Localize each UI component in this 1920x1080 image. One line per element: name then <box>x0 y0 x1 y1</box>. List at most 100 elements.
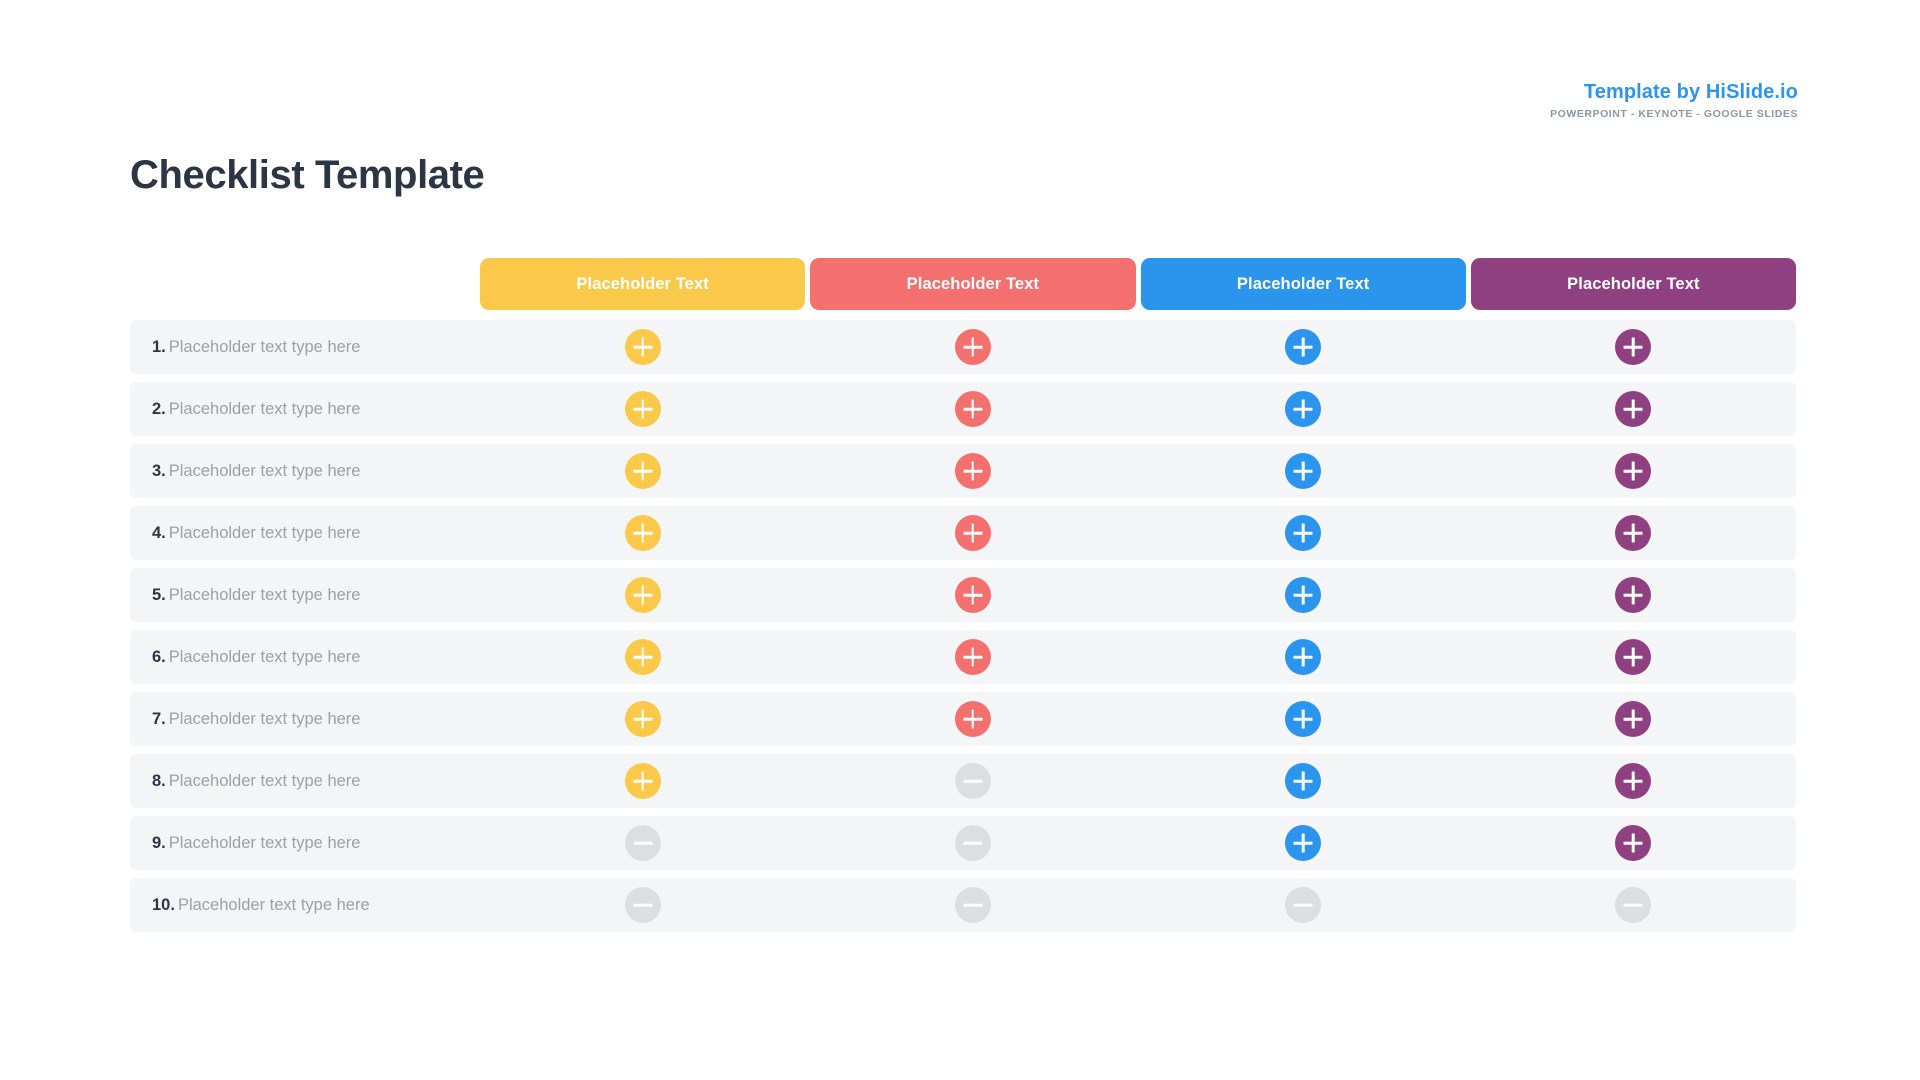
checklist-cell[interactable] <box>480 391 805 427</box>
plus-icon[interactable] <box>1285 391 1322 427</box>
checklist-cell[interactable] <box>480 515 805 551</box>
row-number: 8. <box>152 771 166 790</box>
plus-icon[interactable] <box>1615 763 1652 799</box>
checklist-cell[interactable] <box>1141 887 1466 923</box>
plus-icon[interactable] <box>954 701 991 737</box>
checklist-cell[interactable] <box>1141 515 1466 551</box>
minus-icon[interactable] <box>1285 887 1322 923</box>
plus-icon[interactable] <box>1285 825 1322 861</box>
minus-icon[interactable] <box>624 887 661 923</box>
plus-icon[interactable] <box>954 577 991 613</box>
checklist-cell[interactable] <box>1471 515 1796 551</box>
plus-icon[interactable] <box>954 639 991 675</box>
checklist-cell[interactable] <box>1471 763 1796 799</box>
checklist-cell[interactable] <box>480 825 805 861</box>
minus-icon[interactable] <box>954 763 991 799</box>
checklist-cell[interactable] <box>1141 391 1466 427</box>
plus-icon[interactable] <box>954 453 991 489</box>
checklist-cell[interactable] <box>1141 701 1466 737</box>
checklist-cell[interactable] <box>1141 639 1466 675</box>
checklist-cell[interactable] <box>480 329 805 365</box>
checklist-cell[interactable] <box>1471 639 1796 675</box>
header-pill-label: Placeholder Text <box>576 274 709 293</box>
checklist-cell[interactable] <box>1141 577 1466 613</box>
row-label: 8. Placeholder text type here <box>130 772 480 791</box>
plus-icon[interactable] <box>624 701 661 737</box>
plus-icon[interactable] <box>954 391 991 427</box>
header-pill-label: Placeholder Text <box>1236 274 1370 293</box>
plus-icon[interactable] <box>1285 763 1322 799</box>
checklist-cell[interactable] <box>810 887 1135 923</box>
plus-icon[interactable] <box>624 515 661 551</box>
row-number: 5. <box>152 585 166 604</box>
checklist-cell[interactable] <box>1471 577 1796 613</box>
row-label: 2. Placeholder text type here <box>130 400 480 419</box>
checklist-cell[interactable] <box>480 887 805 923</box>
plus-icon[interactable] <box>624 763 661 799</box>
row-label: 6. Placeholder text type here <box>130 648 480 667</box>
checklist-cell[interactable] <box>810 391 1135 427</box>
table-body: 1. Placeholder text type here 2. Placeholde… <box>130 320 1796 932</box>
table-row: 3. Placeholder text type here <box>130 444 1796 498</box>
row-label-text: Placeholder text type here <box>168 337 361 356</box>
header-pill-4[interactable]: Placeholder Text <box>1470 258 1796 310</box>
table-row: 4. Placeholder text type here <box>130 506 1796 560</box>
header-pill-3[interactable]: Placeholder Text <box>1140 258 1466 310</box>
checklist-cell[interactable] <box>480 639 805 675</box>
header-pill-group: Placeholder Text Placeholder Text Placehol… <box>480 258 1796 310</box>
plus-icon[interactable] <box>954 329 991 365</box>
plus-icon[interactable] <box>1615 453 1652 489</box>
minus-icon[interactable] <box>954 887 991 923</box>
plus-icon[interactable] <box>624 329 661 365</box>
row-cell-group <box>480 391 1796 427</box>
checklist-cell[interactable] <box>1141 453 1466 489</box>
plus-icon[interactable] <box>1615 515 1652 551</box>
row-number: 10. <box>152 895 175 914</box>
checklist-cell[interactable] <box>810 577 1135 613</box>
row-label: 1. Placeholder text type here <box>130 338 480 357</box>
checklist-cell[interactable] <box>1471 701 1796 737</box>
checklist-cell[interactable] <box>1141 825 1466 861</box>
header-pill-1[interactable]: Placeholder Text <box>480 258 806 310</box>
checklist-cell[interactable] <box>480 577 805 613</box>
plus-icon[interactable] <box>624 391 661 427</box>
checklist-cell[interactable] <box>1471 329 1796 365</box>
table-row: 8. Placeholder text type here <box>130 754 1796 808</box>
checklist-cell[interactable] <box>480 701 805 737</box>
checklist-cell[interactable] <box>810 701 1135 737</box>
checklist-cell[interactable] <box>1471 453 1796 489</box>
checklist-cell[interactable] <box>1471 825 1796 861</box>
checklist-cell[interactable] <box>1471 887 1796 923</box>
plus-icon[interactable] <box>1615 577 1652 613</box>
plus-icon[interactable] <box>1285 701 1322 737</box>
checklist-cell[interactable] <box>1141 329 1466 365</box>
checklist-cell[interactable] <box>810 763 1135 799</box>
checklist-cell[interactable] <box>480 453 805 489</box>
minus-icon[interactable] <box>1615 887 1652 923</box>
plus-icon[interactable] <box>1615 639 1652 675</box>
plus-icon[interactable] <box>624 577 661 613</box>
checklist-cell[interactable] <box>810 453 1135 489</box>
plus-icon[interactable] <box>1615 329 1652 365</box>
minus-icon[interactable] <box>954 825 991 861</box>
plus-icon[interactable] <box>1285 329 1322 365</box>
plus-icon[interactable] <box>1285 515 1322 551</box>
plus-icon[interactable] <box>954 515 991 551</box>
checklist-cell[interactable] <box>810 825 1135 861</box>
plus-icon[interactable] <box>1285 639 1322 675</box>
minus-icon[interactable] <box>624 825 661 861</box>
plus-icon[interactable] <box>1285 453 1322 489</box>
plus-icon[interactable] <box>1615 701 1652 737</box>
plus-icon[interactable] <box>1615 825 1652 861</box>
plus-icon[interactable] <box>1285 577 1322 613</box>
plus-icon[interactable] <box>1615 391 1652 427</box>
checklist-cell[interactable] <box>810 639 1135 675</box>
checklist-cell[interactable] <box>810 515 1135 551</box>
checklist-cell[interactable] <box>480 763 805 799</box>
checklist-cell[interactable] <box>1141 763 1466 799</box>
plus-icon[interactable] <box>624 639 661 675</box>
plus-icon[interactable] <box>624 453 661 489</box>
checklist-cell[interactable] <box>1471 391 1796 427</box>
checklist-cell[interactable] <box>810 329 1135 365</box>
header-pill-2[interactable]: Placeholder Text <box>810 258 1136 310</box>
